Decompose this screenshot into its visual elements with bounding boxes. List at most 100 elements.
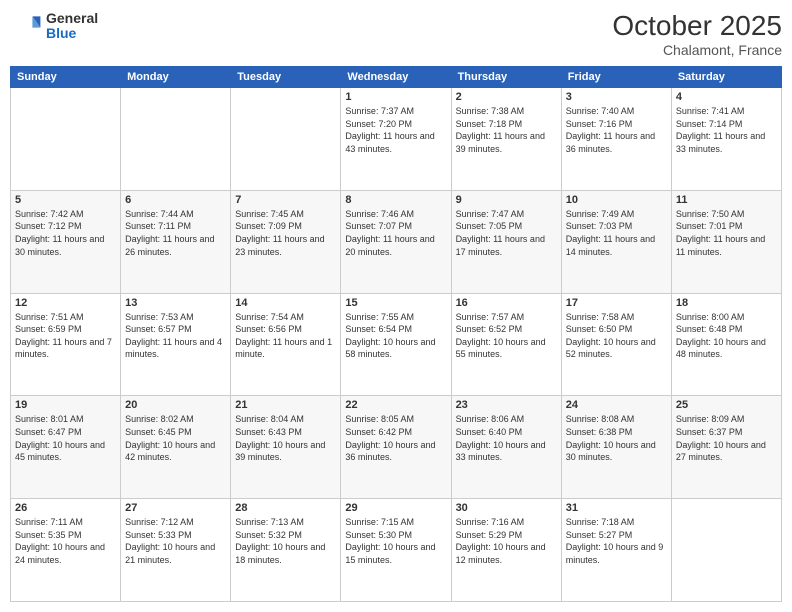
day-info: Sunrise: 7:55 AM Sunset: 6:54 PM Dayligh… (345, 311, 446, 361)
logo: General Blue (10, 10, 98, 42)
calendar-cell: 7 Sunrise: 7:45 AM Sunset: 7:09 PM Daylig… (231, 190, 341, 293)
day-info: Sunrise: 7:54 AM Sunset: 6:56 PM Dayligh… (235, 311, 336, 361)
day-info: Sunrise: 7:41 AM Sunset: 7:14 PM Dayligh… (676, 105, 777, 155)
day-number: 2 (456, 91, 557, 103)
day-info: Sunrise: 7:40 AM Sunset: 7:16 PM Dayligh… (566, 105, 667, 155)
day-info: Sunrise: 7:46 AM Sunset: 7:07 PM Dayligh… (345, 208, 446, 258)
day-number: 9 (456, 194, 557, 206)
day-number: 7 (235, 194, 336, 206)
day-info: Sunrise: 7:15 AM Sunset: 5:30 PM Dayligh… (345, 516, 446, 566)
day-number: 1 (345, 91, 446, 103)
day-number: 20 (125, 399, 226, 411)
calendar-week-3: 19Sunrise: 8:01 AM Sunset: 6:47 PM Dayli… (11, 396, 782, 499)
title-block: October 2025 Chalamont, France (612, 10, 782, 58)
day-info: Sunrise: 8:06 AM Sunset: 6:40 PM Dayligh… (456, 413, 557, 463)
calendar-cell: 16 Sunrise: 7:57 AM Sunset: 6:52 PM Dayli… (451, 293, 561, 396)
calendar-week-2: 12Sunrise: 7:51 AM Sunset: 6:59 PM Dayli… (11, 293, 782, 396)
day-number: 22 (345, 399, 446, 411)
day-number: 18 (676, 297, 777, 309)
page: General Blue October 2025 Chalamont, Fra… (0, 0, 792, 612)
day-number: 23 (456, 399, 557, 411)
calendar-cell: 27 Sunrise: 7:12 AM Sunset: 5:33 PM Dayli… (121, 499, 231, 602)
calendar-cell: 11 Sunrise: 7:50 AM Sunset: 7:01 PM Dayli… (671, 190, 781, 293)
calendar-cell: 18Sunrise: 8:00 AM Sunset: 6:48 PM Dayli… (671, 293, 781, 396)
calendar-cell: 24 Sunrise: 8:08 AM Sunset: 6:38 PM Dayli… (561, 396, 671, 499)
col-tuesday: Tuesday (231, 67, 341, 88)
day-number: 25 (676, 399, 777, 411)
day-info: Sunrise: 8:09 AM Sunset: 6:37 PM Dayligh… (676, 413, 777, 463)
day-info: Sunrise: 7:13 AM Sunset: 5:32 PM Dayligh… (235, 516, 336, 566)
day-info: Sunrise: 7:47 AM Sunset: 7:05 PM Dayligh… (456, 208, 557, 258)
calendar-cell: 28 Sunrise: 7:13 AM Sunset: 5:32 PM Dayli… (231, 499, 341, 602)
day-info: Sunrise: 8:05 AM Sunset: 6:42 PM Dayligh… (345, 413, 446, 463)
calendar-week-4: 26 Sunrise: 7:11 AM Sunset: 5:35 PM Dayli… (11, 499, 782, 602)
calendar-week-1: 5 Sunrise: 7:42 AM Sunset: 7:12 PM Daylig… (11, 190, 782, 293)
calendar-cell: 21 Sunrise: 8:04 AM Sunset: 6:43 PM Dayli… (231, 396, 341, 499)
calendar-cell (121, 88, 231, 191)
logo-general: General (46, 11, 98, 26)
day-info: Sunrise: 7:16 AM Sunset: 5:29 PM Dayligh… (456, 516, 557, 566)
day-number: 4 (676, 91, 777, 103)
day-number: 10 (566, 194, 667, 206)
calendar-header-row: Sunday Monday Tuesday Wednesday Thursday… (11, 67, 782, 88)
calendar-cell: 20Sunrise: 8:02 AM Sunset: 6:45 PM Dayli… (121, 396, 231, 499)
day-number: 8 (345, 194, 446, 206)
calendar-cell: 1 Sunrise: 7:37 AM Sunset: 7:20 PM Daylig… (341, 88, 451, 191)
calendar-cell: 13Sunrise: 7:53 AM Sunset: 6:57 PM Dayli… (121, 293, 231, 396)
day-info: Sunrise: 7:44 AM Sunset: 7:11 PM Dayligh… (125, 208, 226, 258)
calendar-cell: 30 Sunrise: 7:16 AM Sunset: 5:29 PM Dayli… (451, 499, 561, 602)
day-info: Sunrise: 7:53 AM Sunset: 6:57 PM Dayligh… (125, 311, 226, 361)
calendar-cell: 23 Sunrise: 8:06 AM Sunset: 6:40 PM Dayli… (451, 396, 561, 499)
day-number: 3 (566, 91, 667, 103)
day-number: 27 (125, 502, 226, 514)
day-number: 24 (566, 399, 667, 411)
day-number: 28 (235, 502, 336, 514)
day-info: Sunrise: 7:12 AM Sunset: 5:33 PM Dayligh… (125, 516, 226, 566)
calendar-cell (11, 88, 121, 191)
day-info: Sunrise: 7:38 AM Sunset: 7:18 PM Dayligh… (456, 105, 557, 155)
header: General Blue October 2025 Chalamont, Fra… (10, 10, 782, 58)
day-info: Sunrise: 7:57 AM Sunset: 6:52 PM Dayligh… (456, 311, 557, 361)
day-info: Sunrise: 7:11 AM Sunset: 5:35 PM Dayligh… (15, 516, 116, 566)
day-number: 14 (235, 297, 336, 309)
calendar-cell: 26 Sunrise: 7:11 AM Sunset: 5:35 PM Dayli… (11, 499, 121, 602)
calendar-cell: 3 Sunrise: 7:40 AM Sunset: 7:16 PM Daylig… (561, 88, 671, 191)
col-sunday: Sunday (11, 67, 121, 88)
day-info: Sunrise: 7:50 AM Sunset: 7:01 PM Dayligh… (676, 208, 777, 258)
calendar-cell: 22 Sunrise: 8:05 AM Sunset: 6:42 PM Dayli… (341, 396, 451, 499)
calendar: Sunday Monday Tuesday Wednesday Thursday… (10, 66, 782, 602)
day-info: Sunrise: 8:01 AM Sunset: 6:47 PM Dayligh… (15, 413, 116, 463)
day-number: 29 (345, 502, 446, 514)
col-friday: Friday (561, 67, 671, 88)
day-info: Sunrise: 7:51 AM Sunset: 6:59 PM Dayligh… (15, 311, 116, 361)
calendar-cell: 15Sunrise: 7:55 AM Sunset: 6:54 PM Dayli… (341, 293, 451, 396)
calendar-cell: 19Sunrise: 8:01 AM Sunset: 6:47 PM Dayli… (11, 396, 121, 499)
calendar-cell: 4 Sunrise: 7:41 AM Sunset: 7:14 PM Daylig… (671, 88, 781, 191)
day-info: Sunrise: 7:49 AM Sunset: 7:03 PM Dayligh… (566, 208, 667, 258)
day-info: Sunrise: 7:42 AM Sunset: 7:12 PM Dayligh… (15, 208, 116, 258)
day-number: 11 (676, 194, 777, 206)
calendar-cell: 8 Sunrise: 7:46 AM Sunset: 7:07 PM Daylig… (341, 190, 451, 293)
day-info: Sunrise: 8:04 AM Sunset: 6:43 PM Dayligh… (235, 413, 336, 463)
day-number: 31 (566, 502, 667, 514)
day-info: Sunrise: 7:37 AM Sunset: 7:20 PM Dayligh… (345, 105, 446, 155)
calendar-cell: 10 Sunrise: 7:49 AM Sunset: 7:03 PM Dayli… (561, 190, 671, 293)
calendar-cell: 14 Sunrise: 7:54 AM Sunset: 6:56 PM Dayli… (231, 293, 341, 396)
day-info: Sunrise: 7:18 AM Sunset: 5:27 PM Dayligh… (566, 516, 667, 566)
day-info: Sunrise: 7:45 AM Sunset: 7:09 PM Dayligh… (235, 208, 336, 258)
calendar-cell (671, 499, 781, 602)
day-number: 30 (456, 502, 557, 514)
calendar-cell: 17 Sunrise: 7:58 AM Sunset: 6:50 PM Dayli… (561, 293, 671, 396)
day-info: Sunrise: 8:08 AM Sunset: 6:38 PM Dayligh… (566, 413, 667, 463)
logo-icon (10, 10, 42, 42)
day-info: Sunrise: 7:58 AM Sunset: 6:50 PM Dayligh… (566, 311, 667, 361)
calendar-cell: 31 Sunrise: 7:18 AM Sunset: 5:27 PM Dayli… (561, 499, 671, 602)
calendar-cell (231, 88, 341, 191)
day-number: 17 (566, 297, 667, 309)
day-number: 16 (456, 297, 557, 309)
calendar-cell: 2 Sunrise: 7:38 AM Sunset: 7:18 PM Daylig… (451, 88, 561, 191)
day-number: 26 (15, 502, 116, 514)
calendar-cell: 25 Sunrise: 8:09 AM Sunset: 6:37 PM Dayli… (671, 396, 781, 499)
day-number: 5 (15, 194, 116, 206)
day-number: 21 (235, 399, 336, 411)
